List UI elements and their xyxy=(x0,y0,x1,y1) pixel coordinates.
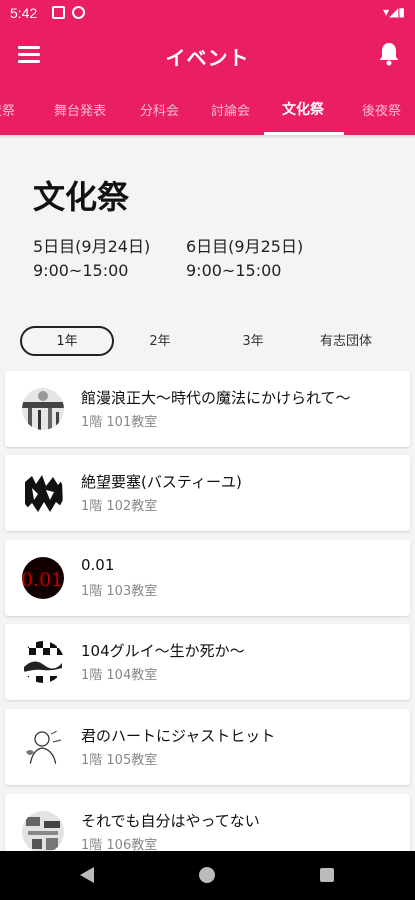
grade-tab-3[interactable]: 3年 xyxy=(206,326,300,356)
tab-zenyasai[interactable]: 前夜祭 xyxy=(0,100,15,119)
status-time: 5:42 xyxy=(10,5,38,21)
event-thumbnail xyxy=(22,641,64,683)
sync-icon xyxy=(72,6,85,19)
recent-apps-icon[interactable] xyxy=(320,868,334,882)
event-title: 104グルイ～生か死か～ xyxy=(81,642,245,660)
grade-tab-2[interactable]: 2年 xyxy=(113,326,207,356)
system-navigation-bar xyxy=(0,851,415,900)
event-thumbnail xyxy=(22,811,64,853)
back-icon[interactable] xyxy=(80,867,94,883)
home-icon[interactable] xyxy=(199,867,215,883)
event-room: 1階 105教室 xyxy=(81,753,158,768)
tab-touronkai[interactable]: 討論会 xyxy=(211,100,250,119)
day1-time: 9:00~15:00 xyxy=(33,261,129,280)
event-thumbnail xyxy=(22,472,64,514)
event-title: 館漫浪正大～時代の魔法にかけられて～ xyxy=(81,389,351,407)
event-title: 絶望要塞(バスティーユ) xyxy=(81,473,242,491)
event-card[interactable]: 館漫浪正大～時代の魔法にかけられて～ 1階 101教室 xyxy=(5,371,410,447)
page-title: イベント xyxy=(165,46,250,70)
grade-tab-1[interactable]: 1年 xyxy=(20,326,114,356)
grade-tab-volunteer[interactable]: 有志団体 xyxy=(299,326,393,356)
event-room: 1階 103教室 xyxy=(81,584,158,599)
tab-kouyasai[interactable]: 後夜祭 xyxy=(362,100,401,119)
event-room: 1階 101教室 xyxy=(81,415,158,430)
event-card[interactable]: 0.01 0.01 1階 103教室 xyxy=(5,540,410,616)
tab-bunkakai[interactable]: 分科会 xyxy=(140,100,179,119)
day2-date: 6日目(9月25日) xyxy=(186,237,304,256)
event-room: 1階 104教室 xyxy=(81,668,158,683)
event-card[interactable]: 絶望要塞(バスティーユ) 1階 102教室 xyxy=(5,455,410,531)
app-bar: イベント xyxy=(0,28,415,83)
section-title: 文化祭 xyxy=(33,178,130,216)
appbar-shadow xyxy=(0,135,415,139)
event-title: 0.01 xyxy=(81,556,115,574)
event-room: 1階 102教室 xyxy=(81,499,158,514)
bell-icon[interactable] xyxy=(377,41,401,67)
event-card[interactable]: 104グルイ～生か死か～ 1階 104教室 xyxy=(5,624,410,700)
status-indicators-icon: ▾◢▮ xyxy=(383,5,405,19)
tab-butai[interactable]: 舞台発表 xyxy=(54,100,106,119)
event-title: 君のハートにジャストヒット xyxy=(81,727,276,745)
day1-date: 5日目(9月24日) xyxy=(33,237,151,256)
event-title: それでも自分はやってない xyxy=(81,812,260,830)
event-logo-text: 0.01 xyxy=(22,569,63,591)
status-bar: 5:42 ▾◢▮ xyxy=(0,0,415,28)
notification-icon xyxy=(52,6,65,19)
event-card[interactable]: 君のハートにジャストヒット 1階 105教室 xyxy=(5,709,410,785)
tab-bunkasai[interactable]: 文化祭 xyxy=(282,99,324,119)
event-thumbnail xyxy=(22,388,64,430)
event-thumbnail: 0.01 xyxy=(22,557,64,599)
event-tabs: 前夜祭 舞台発表 分科会 討論会 文化祭 後夜祭 xyxy=(0,83,415,135)
event-thumbnail xyxy=(22,726,64,768)
day2-time: 9:00~15:00 xyxy=(186,261,282,280)
